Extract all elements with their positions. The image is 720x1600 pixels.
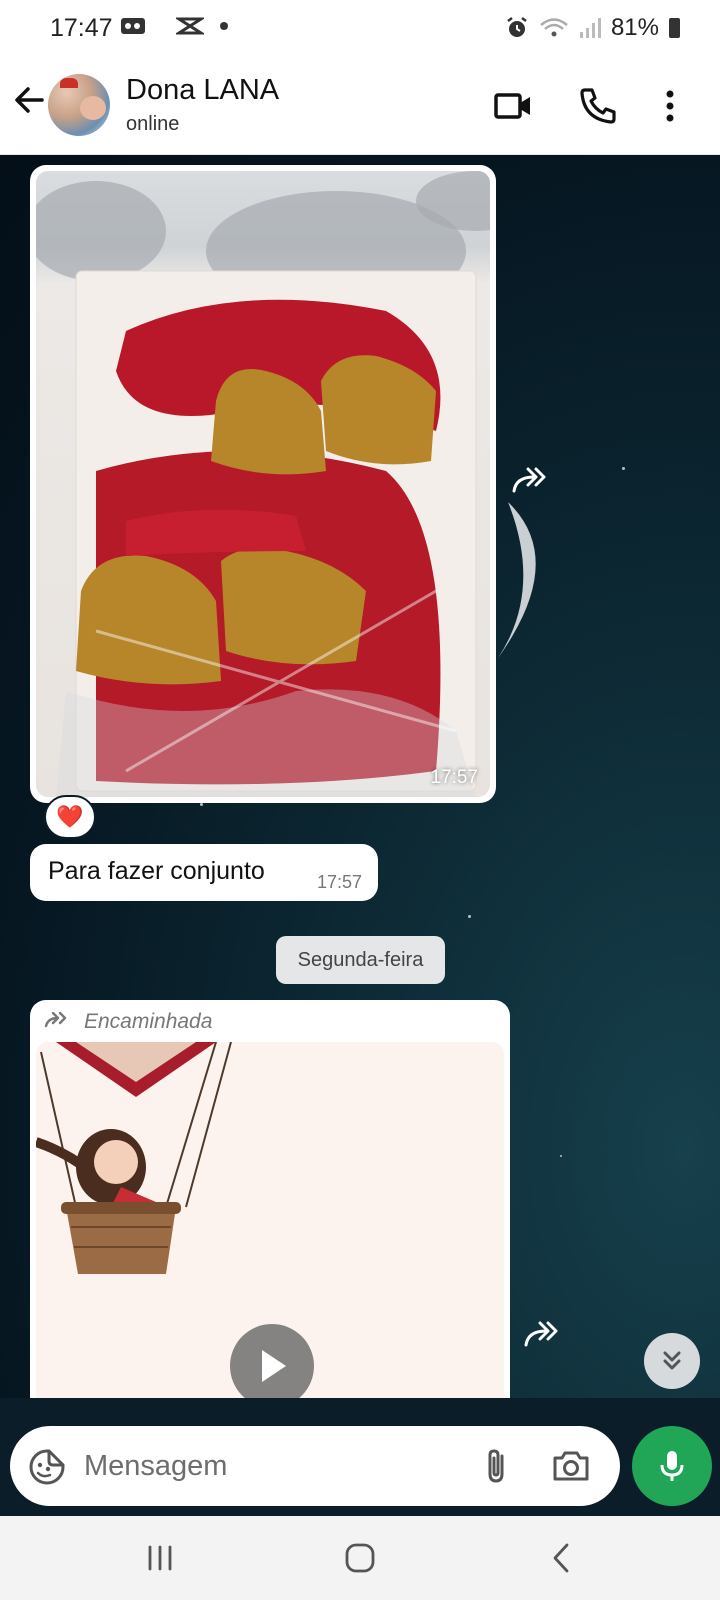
- capcut-icon: [176, 17, 204, 35]
- contact-status: online: [126, 113, 180, 135]
- play-button[interactable]: [230, 1324, 314, 1398]
- status-time: 17:47: [50, 14, 113, 42]
- heart-reaction-icon[interactable]: ❤️: [44, 795, 96, 839]
- forward-share-icon[interactable]: [522, 1317, 564, 1351]
- video-thumbnail[interactable]: [36, 1042, 504, 1398]
- battery-icon: [669, 18, 680, 38]
- message-time: 17:57: [316, 872, 362, 892]
- compose-bar: [0, 1398, 720, 1516]
- message-input-container[interactable]: [10, 1426, 620, 1506]
- attach-clip-icon[interactable]: [476, 1446, 516, 1486]
- signal-icon: [579, 18, 601, 38]
- moon-illustration: [498, 502, 536, 658]
- double-chevron-down-icon: [663, 1351, 681, 1370]
- voice-record-button[interactable]: [632, 1426, 712, 1506]
- play-icon: [262, 1350, 286, 1382]
- forwarded-icon: [44, 1012, 67, 1028]
- image-timestamp: 17:57: [430, 767, 478, 788]
- message-input[interactable]: [84, 1444, 464, 1488]
- back-nav-icon[interactable]: [542, 1538, 582, 1578]
- microphone-icon: [660, 1451, 684, 1481]
- battery-level: 81%: [610, 14, 659, 41]
- forwarded-label: Encaminhada: [84, 1010, 213, 1033]
- phone-icon[interactable]: [576, 84, 620, 128]
- home-icon[interactable]: [340, 1538, 380, 1578]
- contact-name[interactable]: Dona LANA: [126, 74, 279, 107]
- text-message-bubble[interactable]: Para fazer conjunto 17:57: [30, 844, 378, 901]
- chat-area[interactable]: 17:57 ❤️ Para fazer conjunto 17:57 Segun…: [0, 155, 720, 1398]
- status-bar: 17:47 81%: [0, 0, 720, 58]
- message-text: Para fazer conjunto: [48, 857, 265, 885]
- more-options-icon[interactable]: [648, 84, 692, 128]
- chat-header: Dona LANA online: [0, 58, 720, 155]
- system-nav-bar: [0, 1516, 720, 1600]
- camera-icon[interactable]: [550, 1446, 592, 1486]
- scroll-to-bottom-button[interactable]: [644, 1333, 700, 1389]
- forward-share-icon[interactable]: [510, 463, 552, 497]
- forwarded-message-bubble[interactable]: Encaminhada: [30, 1000, 510, 1398]
- wifi-icon: [540, 18, 568, 37]
- dot-icon: [220, 22, 228, 30]
- voicemail-icon: [121, 18, 145, 34]
- image-message-bubble[interactable]: 17:57: [30, 165, 496, 803]
- avatar[interactable]: [48, 74, 110, 136]
- date-separator: Segunda-feira: [276, 936, 445, 984]
- alarm-icon: [507, 17, 527, 37]
- video-call-icon[interactable]: [492, 84, 536, 128]
- back-arrow-icon[interactable]: [10, 80, 50, 120]
- crochet-bells-photo[interactable]: 17:57: [36, 171, 490, 797]
- sticker-emoji-icon[interactable]: [28, 1448, 66, 1486]
- recent-apps-icon[interactable]: [140, 1538, 180, 1578]
